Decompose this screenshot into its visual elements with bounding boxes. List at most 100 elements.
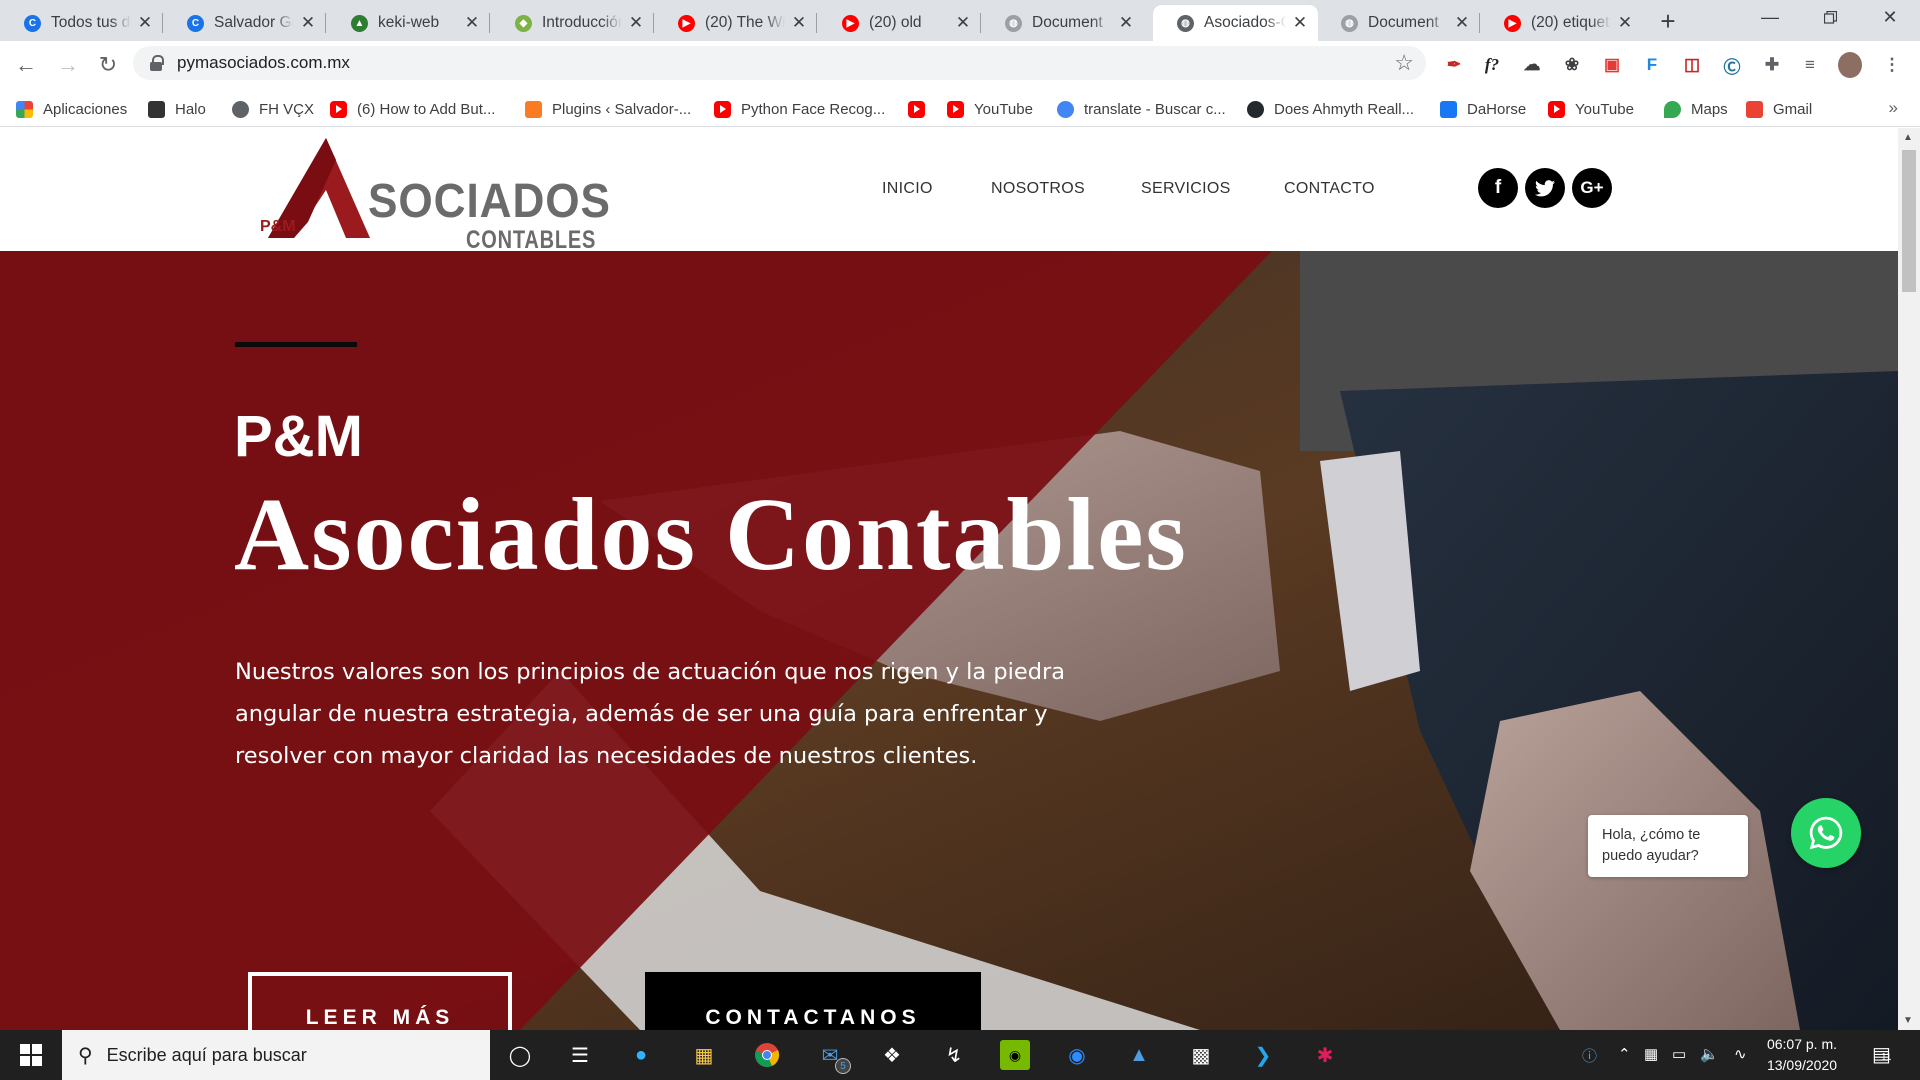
- screenshot-extension-icon[interactable]: ▣: [1600, 53, 1624, 77]
- zoom-icon[interactable]: ◉: [1062, 1040, 1092, 1070]
- tab-close-icon[interactable]: ✕: [300, 13, 316, 33]
- bookmark-label: Python Face Recog...: [741, 100, 886, 118]
- tab-5[interactable]: ▶ (20) old ✕: [818, 5, 981, 41]
- tab-7[interactable]: ◍ Asociados-C ✕: [1153, 5, 1318, 41]
- tab-close-icon[interactable]: ✕: [791, 13, 807, 33]
- tab-8[interactable]: ◍ Document ✕: [1317, 5, 1480, 41]
- tab-4[interactable]: ▶ (20) The Wi ✕: [654, 5, 817, 41]
- bookmark-1[interactable]: Halo: [148, 98, 206, 120]
- extensions-puzzle-icon[interactable]: ✚: [1760, 53, 1784, 77]
- dropbox-icon[interactable]: ❖: [877, 1040, 907, 1070]
- nav-nosotros[interactable]: NOSOTROS: [991, 180, 1085, 198]
- tab-close-icon[interactable]: ✕: [1292, 13, 1308, 33]
- bookmark-4[interactable]: Plugins ‹ Salvador-...: [525, 98, 691, 120]
- tray-app-icon[interactable]: ▦: [1644, 1045, 1658, 1063]
- wordpress-extension-icon[interactable]: Ⓒ: [1720, 53, 1744, 77]
- tab-3[interactable]: ◆ Introducción ✕: [491, 5, 654, 41]
- bird-extension-icon[interactable]: ❀: [1560, 53, 1584, 77]
- scroll-down-icon[interactable]: ▼: [1903, 1015, 1913, 1026]
- system-clock[interactable]: 06:07 p. m. 13/09/2020: [1762, 1034, 1842, 1076]
- nvidia-icon[interactable]: ◉: [1000, 1040, 1030, 1070]
- nav-servicios[interactable]: SERVICIOS: [1141, 180, 1231, 198]
- minimize-button[interactable]: —: [1740, 0, 1800, 34]
- battery-icon[interactable]: ▭: [1672, 1045, 1686, 1063]
- whatsapp-greeting-bubble[interactable]: Hola, ¿cómo te puedo ayudar?: [1588, 815, 1748, 877]
- reload-icon[interactable]: ↻: [92, 49, 124, 81]
- unity-icon[interactable]: ▲: [1124, 1040, 1154, 1070]
- edge-icon[interactable]: ●: [626, 1040, 656, 1070]
- tab-title: (20) etiqueta: [1531, 14, 1611, 31]
- bolt-app-icon[interactable]: ↯: [939, 1040, 969, 1070]
- tab-close-icon[interactable]: ✕: [1454, 13, 1470, 33]
- bookmark-8[interactable]: translate - Buscar c...: [1057, 98, 1226, 120]
- nav-contacto[interactable]: CONTACTO: [1284, 180, 1375, 198]
- page-scrollbar[interactable]: ▲ ▼: [1898, 128, 1920, 1030]
- new-tab-button[interactable]: +: [1654, 8, 1682, 36]
- bookmark-11[interactable]: YouTube: [1548, 98, 1634, 120]
- cloud-extension-icon[interactable]: ☁: [1520, 53, 1544, 77]
- tab-1[interactable]: C Salvador Ga ✕: [163, 5, 326, 41]
- terminal-icon[interactable]: ▩: [1186, 1040, 1216, 1070]
- url-text[interactable]: pymasociados.com.mx: [177, 53, 350, 73]
- scrollbar-thumb[interactable]: [1902, 150, 1916, 292]
- forward-icon[interactable]: →: [52, 49, 84, 81]
- bookmark-7[interactable]: YouTube: [947, 98, 1033, 120]
- vscode-icon[interactable]: ❯: [1248, 1040, 1278, 1070]
- bookmark-10[interactable]: DaHorse: [1440, 98, 1526, 120]
- tab-2[interactable]: ▲ keki-web ✕: [327, 5, 490, 41]
- chrome-icon[interactable]: [752, 1040, 782, 1070]
- restore-button[interactable]: [1800, 0, 1860, 34]
- font-extension-icon[interactable]: F: [1640, 53, 1664, 77]
- nav-inicio[interactable]: INICIO: [882, 180, 933, 198]
- scroll-up-icon[interactable]: ▲: [1903, 132, 1913, 143]
- address-bar[interactable]: pymasociados.com.mx ☆: [133, 46, 1426, 80]
- reading-list-icon[interactable]: ≡: [1798, 53, 1822, 77]
- tab-close-icon[interactable]: ✕: [464, 13, 480, 33]
- bookmark-13[interactable]: Gmail: [1746, 98, 1812, 120]
- volume-icon[interactable]: 🔈: [1700, 1045, 1719, 1063]
- back-icon[interactable]: ←: [10, 49, 42, 81]
- more-bookmarks-icon[interactable]: »: [1889, 98, 1898, 118]
- windows-start-icon[interactable]: [0, 1030, 62, 1080]
- tab-0[interactable]: C Todos tus di ✕: [0, 5, 163, 41]
- show-hidden-icons-icon[interactable]: ⌃: [1618, 1045, 1631, 1063]
- bookmark-0[interactable]: Aplicaciones: [16, 98, 127, 120]
- wifi-icon[interactable]: ∿: [1734, 1045, 1747, 1063]
- lock-icon[interactable]: [149, 55, 164, 71]
- tab-close-icon[interactable]: ✕: [628, 13, 644, 33]
- formula-extension-icon[interactable]: f?: [1480, 53, 1504, 77]
- bookmark-5[interactable]: Python Face Recog...: [714, 98, 885, 120]
- bookmark-2[interactable]: FH VÇX: [232, 98, 314, 120]
- tab-close-icon[interactable]: ✕: [955, 13, 971, 33]
- contact-button[interactable]: CONTACTANOS: [645, 972, 981, 1030]
- file-explorer-icon[interactable]: ▦: [689, 1040, 719, 1070]
- slack-icon[interactable]: ✱: [1310, 1040, 1340, 1070]
- notifications-icon[interactable]: ▤ 11: [1872, 1042, 1891, 1067]
- profile-avatar[interactable]: [1838, 52, 1862, 78]
- tab-close-icon[interactable]: ✕: [1118, 13, 1134, 33]
- tab-close-icon[interactable]: ✕: [137, 13, 153, 33]
- bookmark-6[interactable]: [908, 98, 935, 120]
- mail-icon[interactable]: ✉ 5: [815, 1040, 851, 1074]
- tab-6[interactable]: ◍ Document ✕: [981, 5, 1144, 41]
- twitter-icon[interactable]: [1525, 168, 1565, 208]
- tab-9[interactable]: ▶ (20) etiqueta ✕: [1480, 5, 1643, 41]
- google-plus-icon[interactable]: G+: [1572, 168, 1612, 208]
- pocket-extension-icon[interactable]: ◫: [1680, 53, 1704, 77]
- menu-icon[interactable]: ⋮: [1880, 53, 1904, 77]
- color-picker-extension-icon[interactable]: ✒: [1442, 53, 1466, 77]
- cortana-icon[interactable]: ◯: [505, 1040, 535, 1070]
- task-view-icon[interactable]: ☰: [565, 1040, 595, 1070]
- taskbar-search-input[interactable]: ⚲ Escribe aquí para buscar: [62, 1030, 490, 1080]
- tab-close-icon[interactable]: ✕: [1617, 13, 1633, 33]
- bookmark-star-icon[interactable]: ☆: [1394, 50, 1414, 76]
- bookmark-9[interactable]: Does Ahmyth Reall...: [1247, 98, 1414, 120]
- bookmark-3[interactable]: (6) How to Add But...: [330, 98, 495, 120]
- close-window-button[interactable]: ✕: [1860, 0, 1920, 34]
- bookmark-12[interactable]: Maps: [1664, 98, 1728, 120]
- facebook-icon[interactable]: f: [1478, 168, 1518, 208]
- whatsapp-icon[interactable]: [1791, 798, 1861, 868]
- help-icon[interactable]: ⓘ: [1582, 1045, 1597, 1066]
- site-logo[interactable]: SOCIADOS CONTABLES P&M: [258, 134, 610, 254]
- read-more-button[interactable]: LEER MÁS: [248, 972, 512, 1030]
